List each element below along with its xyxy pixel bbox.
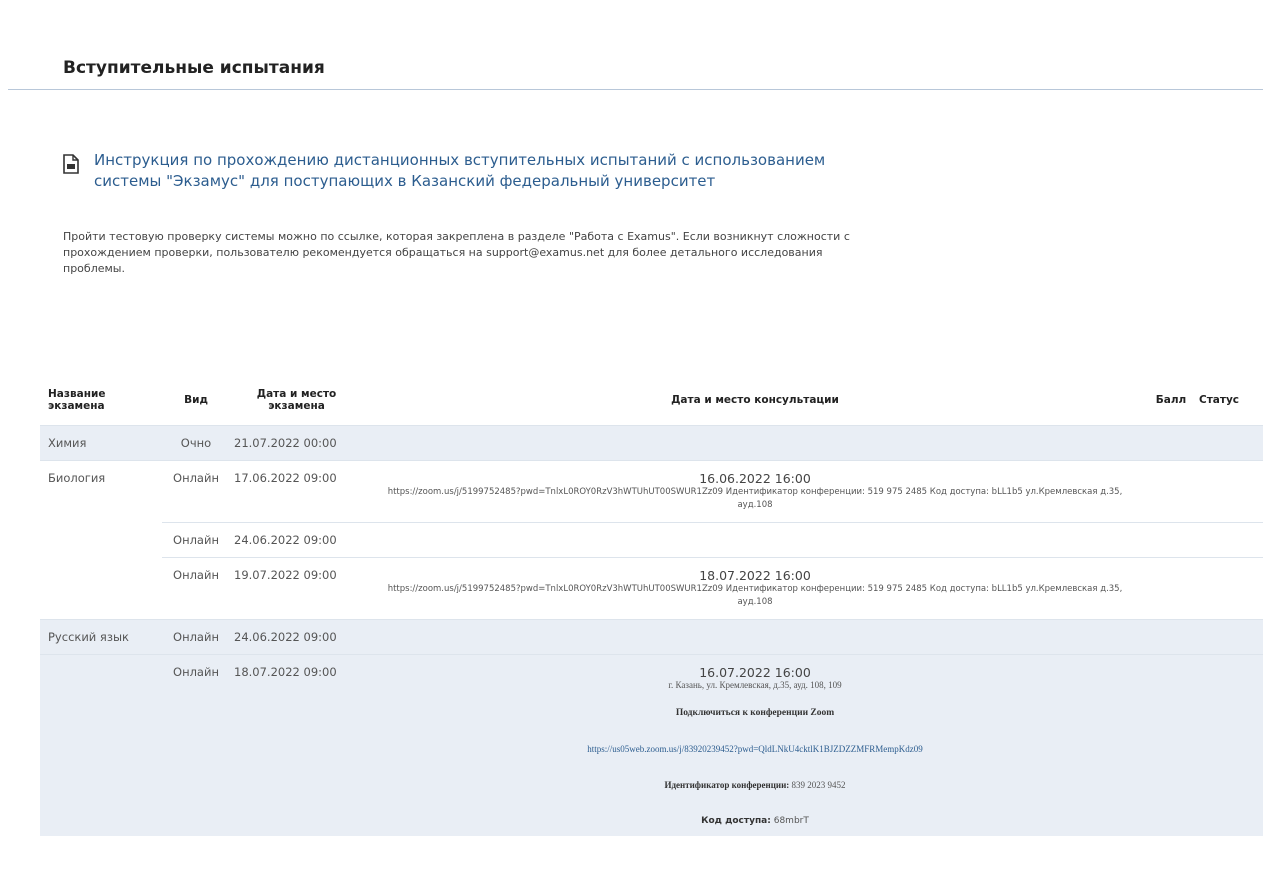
page-title: Вступительные испытания [63,58,325,78]
table-header-row: Название экзамена Вид Дата и место экзам… [40,375,1263,426]
zoom-link[interactable]: https://us05web.zoom.us/j/83920239452?pw… [367,744,1143,754]
table-row: Онлайн 24.06.2022 09:00 [40,522,1263,558]
conference-id-value: 839 2023 9452 [791,780,846,790]
conference-id-label: Идентификатор конференции: [664,780,790,790]
consultation-info: https://zoom.us/j/5199752485?pwd=TnlxL0R… [387,487,1123,510]
exams-table: Название экзамена Вид Дата и место экзам… [40,375,1263,836]
exam-date: 18.07.2022 09:00 [230,654,363,836]
table-row: Русский язык Онлайн 24.06.2022 09:00 [40,619,1263,655]
exam-name [40,654,162,836]
score-cell [1147,557,1195,620]
score-cell [1147,460,1195,523]
header-exam-name: Название экзамена [48,388,106,412]
conference-id: Идентификатор конференции: 839 2023 9452 [367,780,1143,790]
status-cell [1195,425,1263,461]
exam-date: 19.07.2022 09:00 [230,557,363,620]
exam-name: Химия [40,425,162,461]
exam-date: 17.06.2022 09:00 [230,460,363,523]
table-row: Онлайн 19.07.2022 09:00 18.07.2022 16:00… [40,557,1263,620]
consultation-date: 16.07.2022 16:00 [699,665,811,680]
exam-type: Очно [162,425,230,461]
instruction-link[interactable]: Инструкция по прохождению дистанционных … [62,150,874,192]
consultation-place: г. Казань, ул. Кремлевская, д.35, ауд. 1… [668,680,842,690]
title-divider [8,89,1263,90]
score-cell [1147,619,1195,655]
access-code-value: 68mbrT [773,816,809,826]
consultation-cell: 18.07.2022 16:00 https://zoom.us/j/51997… [363,557,1147,620]
status-cell [1195,460,1263,523]
header-exam-date: Дата и место экзамена [256,388,337,412]
consultation-cell [363,425,1147,461]
consultation-info: https://zoom.us/j/5199752485?pwd=TnlxL0R… [387,584,1123,607]
access-code-label: Код доступа: [701,816,771,826]
table-row: Биология Онлайн 17.06.2022 09:00 16.06.2… [40,460,1263,620]
consultation-cell [363,619,1147,655]
header-status: Статус [1199,394,1240,406]
exam-type: Онлайн [162,654,230,836]
examus-note: Пройти тестовую проверку системы можно п… [63,230,850,275]
consultation-cell [363,522,1147,558]
access-code: Код доступа: 68mbrT [367,816,1143,826]
score-cell [1147,654,1195,836]
consultation-cell: 16.07.2022 16:00 г. Казань, ул. Кремлевс… [363,654,1147,836]
document-icon [63,154,79,174]
consultation-date: 18.07.2022 16:00 [699,568,811,583]
score-cell [1147,522,1195,558]
status-cell [1195,619,1263,655]
exam-name: Русский язык [40,619,162,655]
status-cell [1195,522,1263,558]
table-row: Химия Очно 21.07.2022 00:00 [40,425,1263,461]
consultation-cell: 16.06.2022 16:00 https://zoom.us/j/51997… [363,460,1147,523]
header-type: Вид [184,394,208,406]
table-row: Онлайн 18.07.2022 09:00 16.07.2022 16:00… [40,654,1263,836]
exam-name: Биология [40,460,162,620]
exam-type: Онлайн [162,460,230,523]
status-cell [1195,557,1263,620]
status-cell [1195,654,1263,836]
exam-type: Онлайн [162,557,230,620]
zoom-join-heading: Подключиться к конференции Zoom [675,708,835,718]
exam-date: 24.06.2022 09:00 [230,619,363,655]
exam-date: 21.07.2022 00:00 [230,425,363,461]
exam-type: Онлайн [162,619,230,655]
instruction-link-text: Инструкция по прохождению дистанционных … [94,151,826,190]
header-consultation: Дата и место консультации [671,394,839,406]
header-score: Балл [1155,394,1187,406]
consultation-date: 16.06.2022 16:00 [699,471,811,486]
score-cell [1147,425,1195,461]
exam-date: 24.06.2022 09:00 [230,522,363,558]
exam-type: Онлайн [162,522,230,558]
